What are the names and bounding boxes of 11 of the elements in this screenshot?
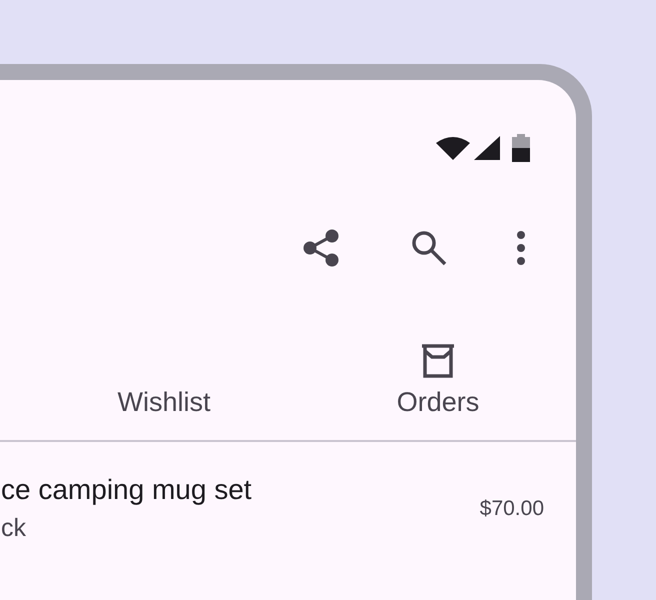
search-icon[interactable] [410,229,448,267]
box-icon [420,343,456,379]
item-subtitle: ck [0,514,27,543]
wifi-icon [436,136,470,160]
item-price: $70.00 [480,496,544,520]
battery-icon [512,134,530,162]
signal-icon [474,136,500,160]
item-title: ce camping mug set [0,474,252,506]
tab[interactable]: Wishlist [64,387,264,440]
tab[interactable]: Orders [338,343,538,440]
more-icon[interactable] [516,231,526,265]
